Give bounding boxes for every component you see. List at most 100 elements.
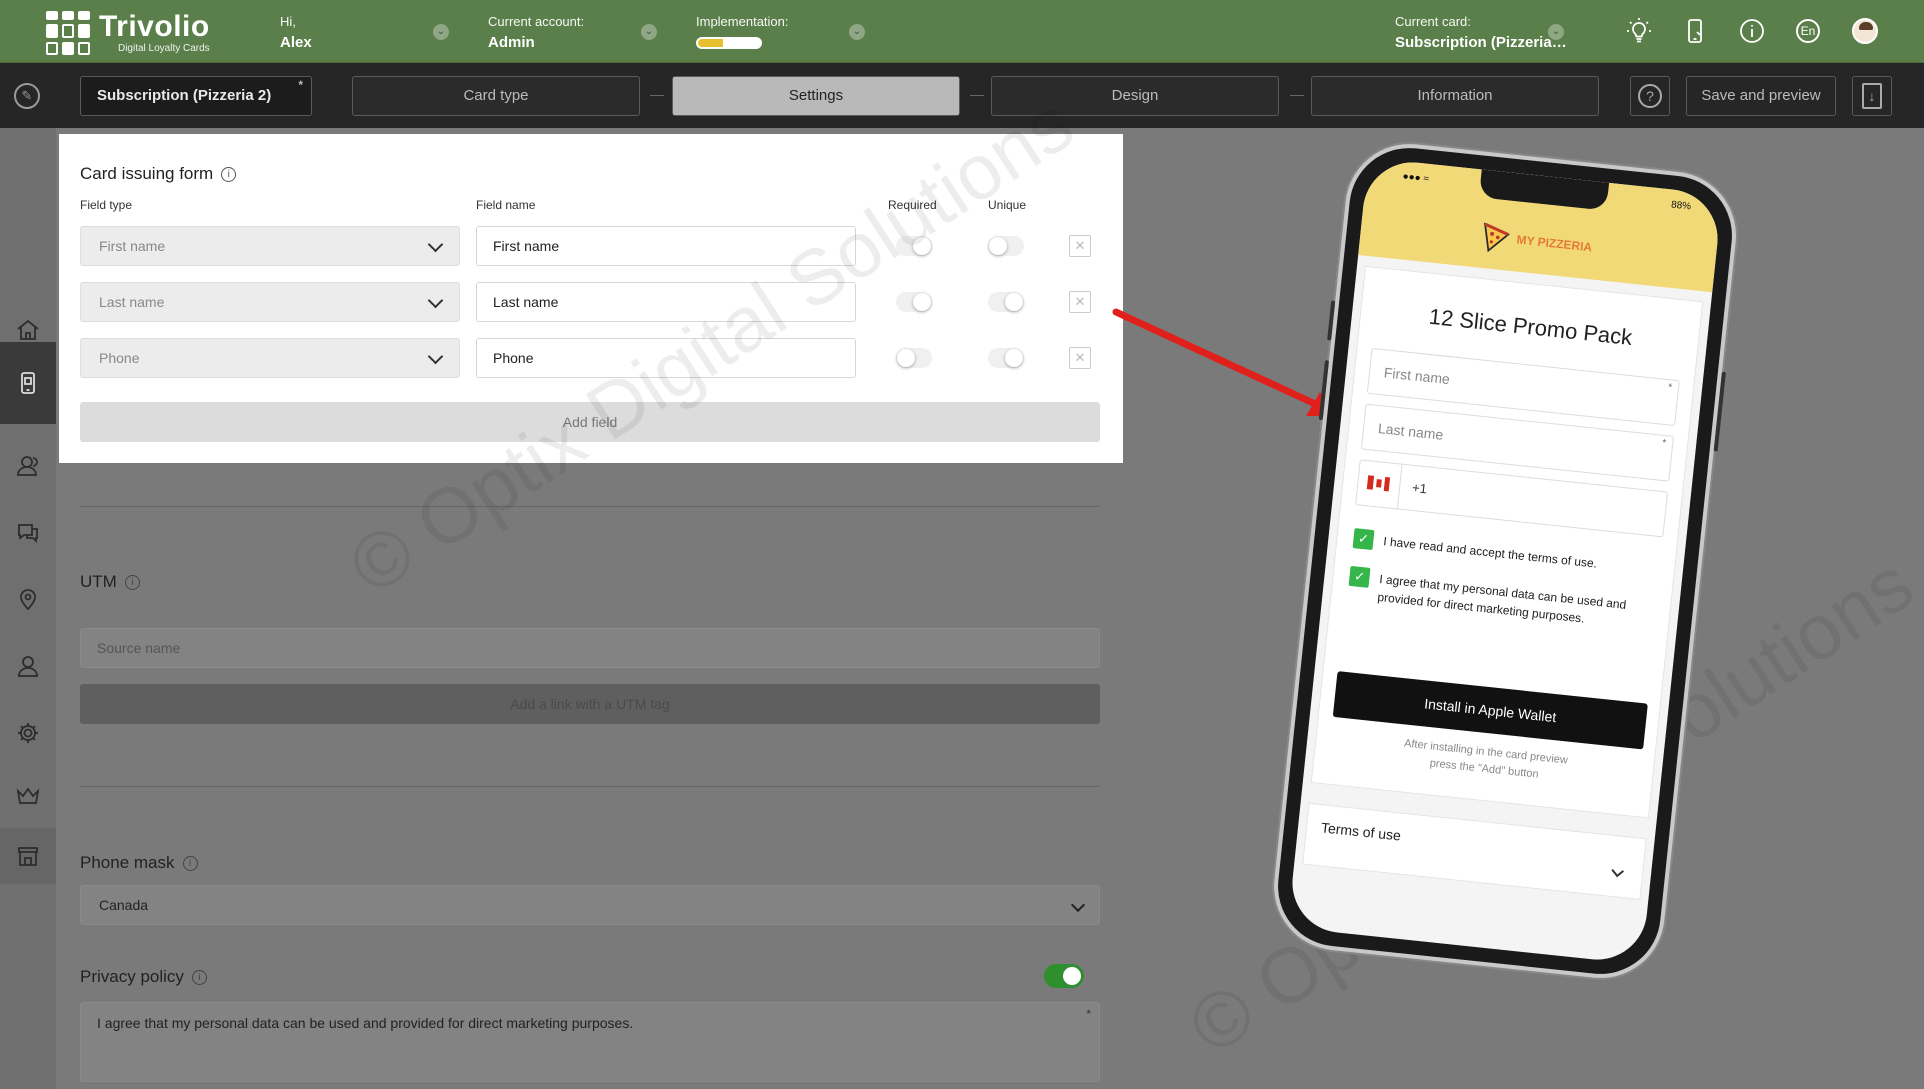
col-unique: Unique bbox=[988, 198, 1027, 212]
phone-mask-title-text: Phone mask bbox=[80, 853, 175, 872]
chevron-down-icon bbox=[427, 292, 444, 309]
implementation-label: Implementation: bbox=[696, 14, 789, 29]
save-and-preview-button[interactable]: Save and preview bbox=[1686, 76, 1836, 116]
privacy-policy-text: I agree that my personal data can be use… bbox=[97, 1015, 634, 1031]
chevron-down-icon bbox=[427, 348, 444, 365]
info-icon[interactable]: i bbox=[124, 575, 140, 591]
preview-title: 12 Slice Promo Pack bbox=[1427, 303, 1634, 350]
step-separator bbox=[650, 95, 664, 96]
form-title-text: Card issuing form bbox=[80, 164, 214, 183]
logo[interactable]: Trivolio Digital Loyalty Cards bbox=[46, 11, 210, 55]
col-field-type: Field type bbox=[80, 198, 133, 212]
phone-preview: MY PIZZERIA ●●● ≈ 88% 12 Slice Promo Pac… bbox=[1267, 137, 1743, 985]
account-selector[interactable]: Current account: Admin bbox=[488, 14, 584, 51]
mobile-card-icon[interactable] bbox=[0, 342, 56, 424]
unique-toggle[interactable] bbox=[988, 236, 1024, 256]
store-icon[interactable] bbox=[0, 828, 56, 884]
remove-field-close-icon[interactable]: ✕ bbox=[1069, 291, 1091, 313]
field-name-input[interactable]: Phone bbox=[476, 338, 856, 378]
info-icon[interactable]: i bbox=[191, 970, 207, 986]
help-button[interactable]: ? bbox=[1630, 76, 1670, 116]
terms-of-use-label: Terms of use bbox=[1320, 819, 1402, 844]
privacy-policy-textarea[interactable]: I agree that my personal data can be use… bbox=[80, 1002, 1100, 1082]
step-separator bbox=[970, 95, 984, 96]
user-menu-chevron-icon[interactable]: ⌄ bbox=[433, 24, 449, 40]
location-icon[interactable] bbox=[0, 571, 56, 627]
crown-icon[interactable] bbox=[0, 768, 56, 824]
remove-field-close-icon[interactable]: ✕ bbox=[1069, 347, 1091, 369]
add-utm-link-button[interactable]: Add a link with a UTM tag bbox=[80, 684, 1100, 724]
preview-last-name-placeholder: Last name bbox=[1377, 420, 1445, 443]
status-bar-battery: 88% bbox=[1670, 199, 1692, 213]
required-toggle[interactable] bbox=[896, 348, 932, 368]
current-card-chevron-icon[interactable]: ⌄ bbox=[1548, 24, 1564, 40]
user-greeting: Hi, Alex bbox=[280, 14, 312, 51]
language-label: En bbox=[1796, 19, 1820, 43]
user-icon[interactable] bbox=[0, 638, 56, 694]
preview-form: 12 Slice Promo Pack First name * Last na… bbox=[1310, 265, 1704, 819]
add-field-button[interactable]: Add field bbox=[80, 402, 1100, 442]
privacy-policy-title: Privacy policy i bbox=[80, 967, 207, 987]
implementation-chevron-icon[interactable]: ⌄ bbox=[849, 24, 865, 40]
chevron-down-icon bbox=[1611, 864, 1625, 878]
info-icon[interactable] bbox=[1737, 16, 1767, 46]
field-type-select[interactable]: Phone bbox=[80, 338, 460, 378]
brand-tagline: Digital Loyalty Cards bbox=[117, 43, 210, 54]
phone-mask-title: Phone mask i bbox=[80, 853, 198, 873]
unique-toggle[interactable] bbox=[988, 348, 1024, 368]
field-name-input[interactable]: First name bbox=[476, 226, 856, 266]
required-toggle[interactable] bbox=[896, 236, 932, 256]
field-name-input[interactable]: Last name bbox=[476, 282, 856, 322]
preview-brand-name: MY PIZZERIA bbox=[1515, 232, 1593, 255]
field-type-select[interactable]: First name bbox=[80, 226, 460, 266]
tab-information[interactable]: Information bbox=[1311, 76, 1599, 116]
chat-icon[interactable] bbox=[0, 505, 56, 561]
chevron-down-icon bbox=[427, 236, 444, 253]
tab-card-type[interactable]: Card type bbox=[352, 76, 640, 116]
required-toggle[interactable] bbox=[896, 292, 932, 312]
divider bbox=[80, 786, 1100, 787]
utm-title-text: UTM bbox=[80, 572, 117, 591]
tab-settings[interactable]: Settings bbox=[672, 76, 960, 116]
account-value: Admin bbox=[488, 34, 535, 51]
avatar[interactable] bbox=[1850, 16, 1880, 46]
card-name-marker: * bbox=[298, 78, 303, 92]
chevron-down-icon bbox=[1070, 897, 1086, 913]
phone-icon[interactable] bbox=[1680, 16, 1710, 46]
utm-title: UTM i bbox=[80, 572, 140, 592]
download-button[interactable]: ↓ bbox=[1852, 76, 1892, 116]
clients-icon[interactable] bbox=[0, 438, 56, 494]
help-icon: ? bbox=[1638, 84, 1662, 108]
account-chevron-icon[interactable]: ⌄ bbox=[641, 24, 657, 40]
current-card-selector[interactable]: Current card: Subscription (Pizzeria… bbox=[1395, 14, 1567, 51]
phone-mask-select[interactable]: Canada bbox=[80, 885, 1100, 925]
info-icon[interactable]: i bbox=[221, 167, 237, 183]
tab-design[interactable]: Design bbox=[991, 76, 1279, 116]
checkbox-checked-icon[interactable]: ✓ bbox=[1348, 565, 1371, 588]
privacy-policy-toggle[interactable] bbox=[1044, 964, 1084, 988]
field-type-value: Last name bbox=[99, 294, 165, 310]
checkbox-checked-icon[interactable]: ✓ bbox=[1352, 528, 1375, 551]
preview-marketing-checkbox[interactable]: ✓ I agree that my personal data can be u… bbox=[1347, 565, 1649, 634]
editor-toolbar: ✎ Subscription (Pizzeria 2) * Card type … bbox=[0, 63, 1924, 128]
card-name-text: Subscription (Pizzeria 2) bbox=[97, 87, 272, 104]
card-name-field[interactable]: Subscription (Pizzeria 2) * bbox=[80, 76, 312, 116]
utm-source-input[interactable]: Source name bbox=[80, 628, 1100, 668]
unique-toggle[interactable] bbox=[988, 292, 1024, 312]
info-icon[interactable]: i bbox=[182, 856, 198, 872]
top-bar: Trivolio Digital Loyalty Cards Hi, Alex … bbox=[0, 0, 1924, 63]
lightbulb-icon[interactable] bbox=[1624, 16, 1654, 46]
preview-first-name-placeholder: First name bbox=[1383, 364, 1451, 388]
settings-icon[interactable] bbox=[0, 705, 56, 761]
canada-flag-icon[interactable] bbox=[1356, 460, 1403, 509]
field-type-value: Phone bbox=[99, 350, 140, 366]
preview-terms-of-use[interactable]: Terms of use bbox=[1302, 802, 1647, 901]
phone-mask-value: Canada bbox=[99, 897, 149, 913]
language-icon[interactable]: En bbox=[1793, 16, 1823, 46]
pizza-logo-icon bbox=[1484, 222, 1510, 253]
implementation-progress-bar bbox=[696, 37, 762, 49]
remove-field-close-icon[interactable]: ✕ bbox=[1069, 235, 1091, 257]
form-title: Card issuing form i bbox=[80, 164, 237, 184]
edit-icon[interactable]: ✎ bbox=[14, 83, 40, 109]
field-type-select[interactable]: Last name bbox=[80, 282, 460, 322]
